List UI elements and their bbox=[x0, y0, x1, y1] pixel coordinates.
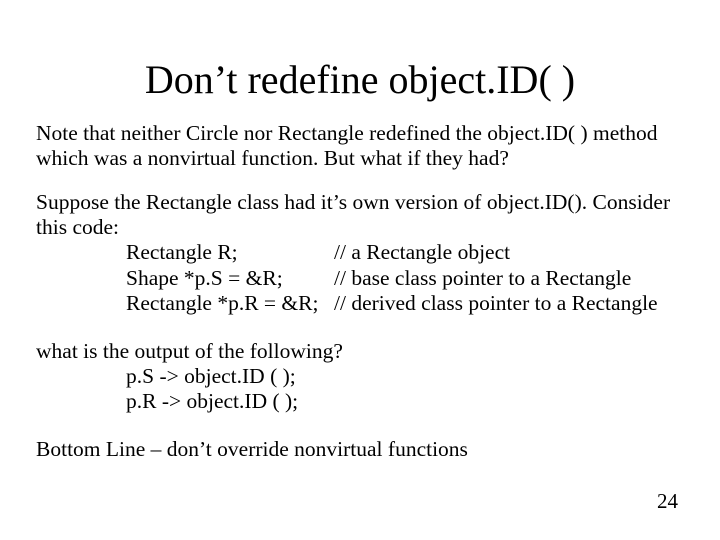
code-stmt: Rectangle R; bbox=[126, 240, 334, 265]
code-line: p.R -> object.ID ( ); bbox=[126, 389, 684, 414]
code-comment: // a Rectangle object bbox=[334, 240, 510, 265]
code-comment: // base class pointer to a Rectangle bbox=[334, 266, 631, 291]
code-line: p.S -> object.ID ( ); bbox=[126, 364, 684, 389]
question-lead: what is the output of the following? bbox=[36, 339, 684, 364]
code-row: Shape *p.S = &R; // base class pointer t… bbox=[126, 266, 684, 291]
bottom-line: Bottom Line – don’t override nonvirtual … bbox=[36, 437, 684, 462]
slide-title: Don’t redefine object.ID( ) bbox=[36, 56, 684, 103]
example-lead: Suppose the Rectangle class had it’s own… bbox=[36, 190, 684, 241]
code-row: Rectangle R; // a Rectangle object bbox=[126, 240, 684, 265]
code-stmt: Shape *p.S = &R; bbox=[126, 266, 334, 291]
code-comment: // derived class pointer to a Rectangle bbox=[334, 291, 658, 316]
question-block: what is the output of the following? p.S… bbox=[36, 339, 684, 415]
slide: Don’t redefine object.ID( ) Note that ne… bbox=[0, 0, 720, 540]
paragraph-note: Note that neither Circle nor Rectangle r… bbox=[36, 121, 684, 172]
code-row: Rectangle *p.R = &R; // derived class po… bbox=[126, 291, 684, 316]
code-block: Rectangle R; // a Rectangle object Shape… bbox=[126, 240, 684, 316]
question-code: p.S -> object.ID ( ); p.R -> object.ID (… bbox=[126, 364, 684, 415]
paragraph-example: Suppose the Rectangle class had it’s own… bbox=[36, 190, 684, 317]
code-stmt: Rectangle *p.R = &R; bbox=[126, 291, 334, 316]
page-number: 24 bbox=[657, 489, 678, 514]
